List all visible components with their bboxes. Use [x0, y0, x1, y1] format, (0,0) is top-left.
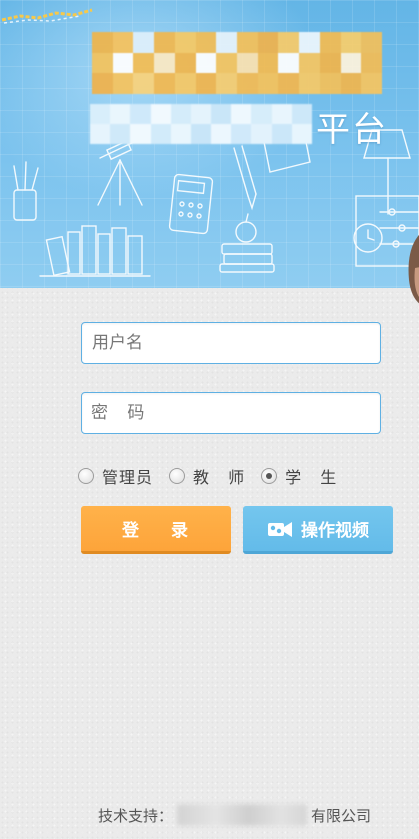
tutorial-video-button[interactable]: 操作视频	[243, 506, 393, 554]
role-teacher-option[interactable]: 教 师	[169, 464, 245, 488]
books-icon	[39, 225, 151, 277]
footer-support-prefix: 技术支持：	[98, 806, 174, 825]
redacted-title-mosaic	[92, 32, 382, 94]
redacted-subtitle-mosaic	[90, 104, 312, 144]
redacted-company-name	[177, 804, 308, 826]
radio-icon[interactable]	[261, 468, 278, 484]
login-button[interactable]: 登 录	[81, 506, 231, 554]
pencil-cup-icon	[13, 161, 39, 221]
footer-support-suffix: 有限公司	[311, 806, 372, 825]
video-camera-icon	[268, 521, 292, 537]
password-input[interactable]	[81, 392, 381, 434]
radio-icon[interactable]	[78, 468, 94, 484]
footer-support: 技术支持： 有限公司	[98, 803, 371, 827]
role-selector: 管理员 教 师 学 生	[78, 463, 353, 489]
telescope-icon	[97, 139, 143, 206]
role-student-option[interactable]: 学 生	[261, 464, 337, 488]
role-admin-option[interactable]: 管理员	[78, 464, 153, 488]
fountain-pen-icon	[233, 145, 257, 211]
apple-icon	[219, 213, 275, 273]
tutorial-video-label: 操作视频	[301, 521, 369, 541]
role-admin-label: 管理员	[102, 468, 154, 487]
role-teacher-label: 教 师	[193, 468, 246, 487]
role-student-label: 学 生	[285, 468, 338, 487]
banner-title: 平台	[316, 110, 388, 150]
login-button-label: 登 录	[122, 521, 190, 541]
username-input[interactable]	[81, 322, 381, 364]
header-banner: 平台	[0, 0, 419, 288]
person-figure	[408, 235, 419, 304]
radio-icon[interactable]	[169, 468, 186, 484]
calculator-icon	[168, 173, 214, 235]
